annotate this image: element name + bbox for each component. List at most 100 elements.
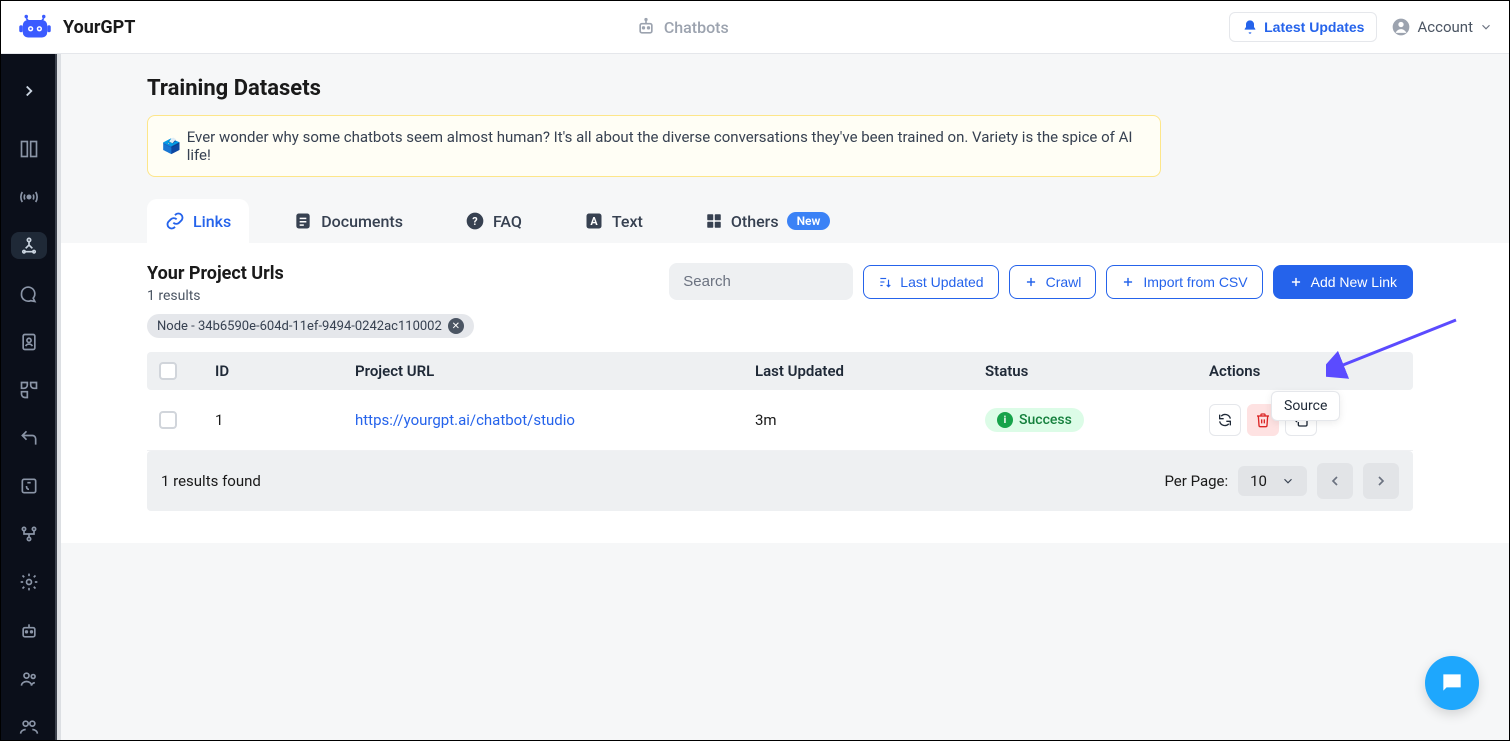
svg-text:?: ? [472, 215, 477, 228]
brand-block[interactable]: YourGPT [17, 13, 135, 41]
link-icon [165, 211, 185, 231]
prev-page-button[interactable] [1317, 463, 1353, 499]
sidebar-item-contacts[interactable] [11, 329, 47, 355]
filter-chip[interactable]: Node - 34b6590e-604d-11ef-9494-0242ac110… [147, 314, 474, 338]
refresh-button[interactable] [1209, 404, 1241, 436]
tab-links[interactable]: Links [147, 199, 249, 243]
tab-faq[interactable]: ? FAQ [447, 199, 540, 243]
sidebar-item-dashboard[interactable] [11, 136, 47, 162]
per-page-select[interactable]: 10 [1238, 466, 1307, 496]
sidebar-item-conversations[interactable] [11, 281, 47, 307]
urls-table: ID Project URL Last Updated Status Actio… [147, 352, 1413, 511]
info-banner: 🗳️ Ever wonder why some chatbots seem al… [147, 115, 1161, 177]
document-icon [293, 211, 313, 231]
toolbar: Your Project Urls 1 results Node - 34b65… [147, 263, 1413, 338]
table-row: 1 https://yourgpt.ai/chatbot/studio 3m i… [147, 390, 1413, 451]
account-label: Account [1417, 18, 1473, 36]
header-center[interactable]: Chatbots [636, 17, 729, 37]
sidebar-item-flows[interactable] [11, 521, 47, 547]
tooltip-text: Source [1284, 398, 1327, 414]
crawl-label: Crawl [1046, 274, 1082, 290]
row-id: 1 [215, 411, 355, 429]
latest-updates-button[interactable]: Latest Updates [1229, 12, 1377, 42]
import-csv-label: Import from CSV [1143, 274, 1247, 290]
tab-text-label: Text [612, 212, 643, 231]
plus-icon [1024, 275, 1038, 289]
filter-chip-remove-icon[interactable]: ✕ [448, 318, 464, 334]
account-button[interactable]: Account [1391, 17, 1493, 37]
user-icon [1391, 17, 1411, 37]
tab-documents-label: Documents [321, 212, 403, 231]
filter-chip-label: Node - 34b6590e-604d-11ef-9494-0242ac110… [157, 319, 442, 334]
sidebar-item-live[interactable] [11, 184, 47, 210]
tab-documents[interactable]: Documents [275, 199, 421, 243]
status-label: Success [1019, 412, 1072, 428]
chat-fab[interactable] [1425, 656, 1479, 710]
sidebar-item-team[interactable] [11, 666, 47, 692]
per-page-value: 10 [1250, 472, 1267, 490]
sort-label: Last Updated [900, 274, 983, 290]
header-center-label: Chatbots [664, 18, 729, 37]
chevron-down-icon [1479, 20, 1493, 34]
col-status: Status [985, 362, 1209, 380]
brand-name: YourGPT [63, 17, 135, 38]
banner-text: Ever wonder why some chatbots seem almos… [187, 128, 1146, 164]
bell-icon [1242, 19, 1258, 35]
tab-text[interactable]: A Text [566, 199, 661, 243]
banner-emoji-icon: 🗳️ [162, 137, 181, 155]
chevron-down-icon [1281, 474, 1295, 488]
svg-text:A: A [590, 215, 598, 228]
top-header: YourGPT Chatbots Latest Updates Account [1, 1, 1509, 54]
tabs: Links Documents ? FAQ A Text [147, 199, 1487, 243]
question-icon: ? [465, 211, 485, 231]
sort-icon [878, 275, 892, 289]
select-all-checkbox[interactable] [159, 362, 177, 380]
row-checkbox[interactable] [159, 411, 177, 429]
new-badge: New [787, 212, 831, 230]
tab-others-label: Others [731, 212, 779, 231]
col-updated: Last Updated [755, 362, 985, 380]
sidebar-item-integrations[interactable] [11, 377, 47, 403]
import-csv-button[interactable]: Import from CSV [1106, 265, 1262, 299]
add-link-button[interactable]: Add New Link [1273, 265, 1413, 299]
source-tooltip: Source [1271, 391, 1340, 421]
results-found-label: 1 results found [161, 472, 261, 490]
results-count: 1 results [147, 288, 474, 304]
status-badge: i Success [985, 408, 1084, 432]
text-icon: A [584, 211, 604, 231]
per-page-label: Per Page: [1164, 472, 1228, 490]
sidebar-item-reply[interactable] [11, 425, 47, 451]
brand-logo-icon [17, 13, 53, 41]
plus-icon [1121, 275, 1135, 289]
sidebar-item-bot[interactable] [11, 618, 47, 644]
col-actions: Actions [1209, 362, 1409, 380]
row-url-link[interactable]: https://yourgpt.ai/chatbot/studio [355, 411, 755, 429]
crawl-button[interactable]: Crawl [1009, 265, 1097, 299]
grid-icon [705, 212, 723, 230]
sidebar-item-members[interactable] [11, 714, 47, 740]
tab-links-label: Links [193, 212, 231, 231]
sidebar-item-training[interactable] [11, 232, 47, 258]
page-title: Training Datasets [147, 76, 1487, 101]
add-link-label: Add New Link [1311, 274, 1397, 290]
search-input[interactable] [669, 263, 853, 300]
latest-updates-label: Latest Updates [1264, 19, 1364, 35]
tab-others[interactable]: Others New [687, 200, 849, 243]
info-icon: i [997, 412, 1013, 428]
col-id: ID [215, 362, 355, 380]
tab-faq-label: FAQ [493, 212, 522, 231]
sidebar-item-functions[interactable] [11, 473, 47, 499]
sort-last-updated-button[interactable]: Last Updated [863, 265, 998, 299]
header-right: Latest Updates Account [1229, 12, 1493, 42]
table-header: ID Project URL Last Updated Status Actio… [147, 352, 1413, 390]
left-sidebar [1, 54, 57, 740]
col-url: Project URL [355, 362, 755, 380]
section-title: Your Project Urls [147, 263, 474, 284]
plus-icon [1289, 275, 1303, 289]
next-page-button[interactable] [1363, 463, 1399, 499]
sidebar-item-settings[interactable] [11, 569, 47, 595]
table-footer: 1 results found Per Page: 10 [147, 451, 1413, 511]
robot-icon [636, 17, 656, 37]
row-updated: 3m [755, 411, 985, 429]
sidebar-expand-toggle[interactable] [11, 78, 47, 104]
